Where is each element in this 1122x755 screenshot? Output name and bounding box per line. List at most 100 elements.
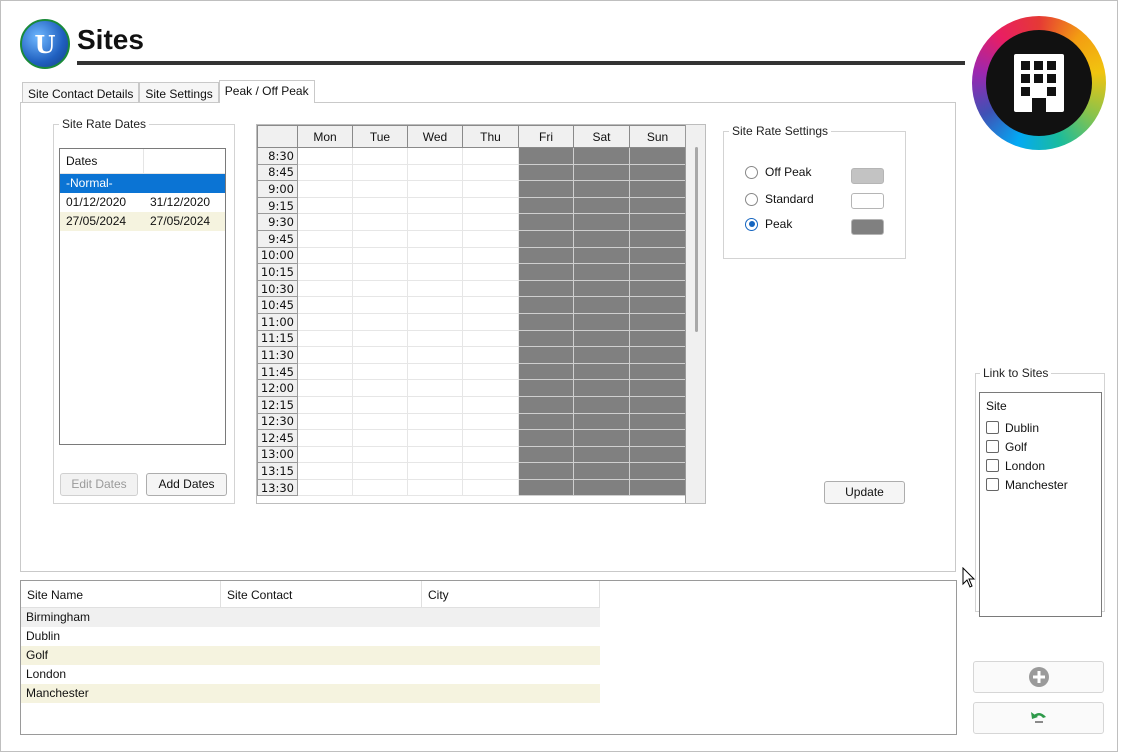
checkbox[interactable]: [986, 459, 999, 472]
update-button[interactable]: Update: [824, 481, 905, 504]
rate-cell[interactable]: [518, 213, 574, 231]
rate-cell[interactable]: [407, 462, 463, 480]
rate-cell[interactable]: [573, 263, 630, 281]
rate-cell[interactable]: [352, 213, 408, 231]
link-site-item[interactable]: London: [980, 456, 1101, 475]
standard-color-swatch[interactable]: [851, 193, 884, 209]
rate-cell[interactable]: [352, 462, 408, 480]
rate-cell[interactable]: [629, 180, 686, 198]
rate-cell[interactable]: [518, 312, 574, 331]
day-header-wed[interactable]: Wed: [407, 125, 463, 148]
rate-cell[interactable]: [518, 379, 574, 397]
rate-cell[interactable]: [407, 429, 463, 447]
rate-cell[interactable]: [573, 279, 630, 298]
rate-cell[interactable]: [352, 478, 408, 497]
rate-cell[interactable]: [462, 296, 519, 314]
rate-cell[interactable]: [629, 296, 686, 314]
tab-site-contact-details[interactable]: Site Contact Details: [22, 82, 140, 104]
rate-cell[interactable]: [573, 196, 630, 215]
rate-cell[interactable]: [462, 163, 519, 182]
rate-cell[interactable]: [462, 147, 519, 165]
rate-cell[interactable]: [629, 412, 686, 431]
rate-cell[interactable]: [352, 196, 408, 215]
rate-cell[interactable]: [297, 312, 353, 331]
rate-cell[interactable]: [407, 229, 463, 248]
rate-cell[interactable]: [352, 429, 408, 447]
rate-cell[interactable]: [297, 163, 353, 182]
day-header-mon[interactable]: Mon: [297, 125, 353, 148]
rate-cell[interactable]: [297, 478, 353, 497]
rate-cell[interactable]: [297, 263, 353, 281]
rate-cell[interactable]: [629, 246, 686, 265]
link-site-item[interactable]: Dublin: [980, 418, 1101, 437]
rate-cell[interactable]: [629, 147, 686, 165]
rate-cell[interactable]: [352, 229, 408, 248]
peak-color-swatch[interactable]: [851, 219, 884, 235]
rate-cell[interactable]: [573, 445, 630, 464]
dates-row[interactable]: 01/12/2020 31/12/2020: [60, 193, 225, 212]
rate-cell[interactable]: [518, 180, 574, 198]
rate-cell[interactable]: [573, 346, 630, 364]
rate-cell[interactable]: [462, 312, 519, 331]
day-header-sat[interactable]: Sat: [573, 125, 630, 148]
rate-cell[interactable]: [573, 163, 630, 182]
rate-cell[interactable]: [573, 462, 630, 480]
rate-cell[interactable]: [629, 362, 686, 381]
rate-cell[interactable]: [573, 379, 630, 397]
dates-row[interactable]: -Normal-: [60, 174, 225, 193]
rate-cell[interactable]: [297, 346, 353, 364]
rate-cell[interactable]: [407, 279, 463, 298]
rate-cell[interactable]: [573, 412, 630, 431]
rate-cell[interactable]: [518, 445, 574, 464]
rate-cell[interactable]: [573, 395, 630, 414]
rate-cell[interactable]: [462, 395, 519, 414]
rate-cell[interactable]: [462, 429, 519, 447]
rate-cell[interactable]: [573, 246, 630, 265]
rate-cell[interactable]: [629, 379, 686, 397]
tab-site-settings[interactable]: Site Settings: [139, 82, 219, 104]
rate-cell[interactable]: [462, 346, 519, 364]
rate-cell[interactable]: [462, 196, 519, 215]
rate-cell[interactable]: [407, 246, 463, 265]
rate-cell[interactable]: [573, 429, 630, 447]
checkbox[interactable]: [986, 478, 999, 491]
rate-cell[interactable]: [297, 246, 353, 265]
rate-cell[interactable]: [518, 412, 574, 431]
table-row[interactable]: Manchester: [21, 684, 600, 703]
rate-cell[interactable]: [573, 229, 630, 248]
rate-cell[interactable]: [462, 279, 519, 298]
add-button[interactable]: [973, 661, 1104, 693]
rate-cell[interactable]: [518, 147, 574, 165]
link-site-item[interactable]: Manchester: [980, 475, 1101, 494]
rate-cell[interactable]: [518, 395, 574, 414]
rate-cell[interactable]: [573, 147, 630, 165]
rate-cell[interactable]: [462, 362, 519, 381]
rate-cell[interactable]: [518, 279, 574, 298]
rate-cell[interactable]: [573, 478, 630, 497]
sites-table[interactable]: Site Name Site Contact City Birmingham D…: [20, 580, 957, 735]
rate-cell[interactable]: [462, 329, 519, 348]
rate-cell[interactable]: [407, 412, 463, 431]
rate-cell[interactable]: [629, 279, 686, 298]
rate-cell[interactable]: [297, 362, 353, 381]
rate-cell[interactable]: [518, 478, 574, 497]
rate-cell[interactable]: [297, 296, 353, 314]
rate-cell[interactable]: [352, 147, 408, 165]
rate-cell[interactable]: [629, 329, 686, 348]
rate-cell[interactable]: [629, 346, 686, 364]
rate-cell[interactable]: [629, 196, 686, 215]
rate-cell[interactable]: [518, 263, 574, 281]
rate-cell[interactable]: [573, 329, 630, 348]
rate-cell[interactable]: [297, 379, 353, 397]
grid-scrollbar[interactable]: [685, 125, 705, 503]
rate-cell[interactable]: [407, 346, 463, 364]
rate-cell[interactable]: [518, 362, 574, 381]
rate-cell[interactable]: [629, 395, 686, 414]
scrollbar-thumb[interactable]: [695, 147, 698, 332]
table-row[interactable]: Golf: [21, 646, 600, 665]
undo-button[interactable]: [973, 702, 1104, 734]
rate-cell[interactable]: [573, 296, 630, 314]
rate-cell[interactable]: [352, 180, 408, 198]
rate-cell[interactable]: [462, 379, 519, 397]
rate-cell[interactable]: [297, 180, 353, 198]
